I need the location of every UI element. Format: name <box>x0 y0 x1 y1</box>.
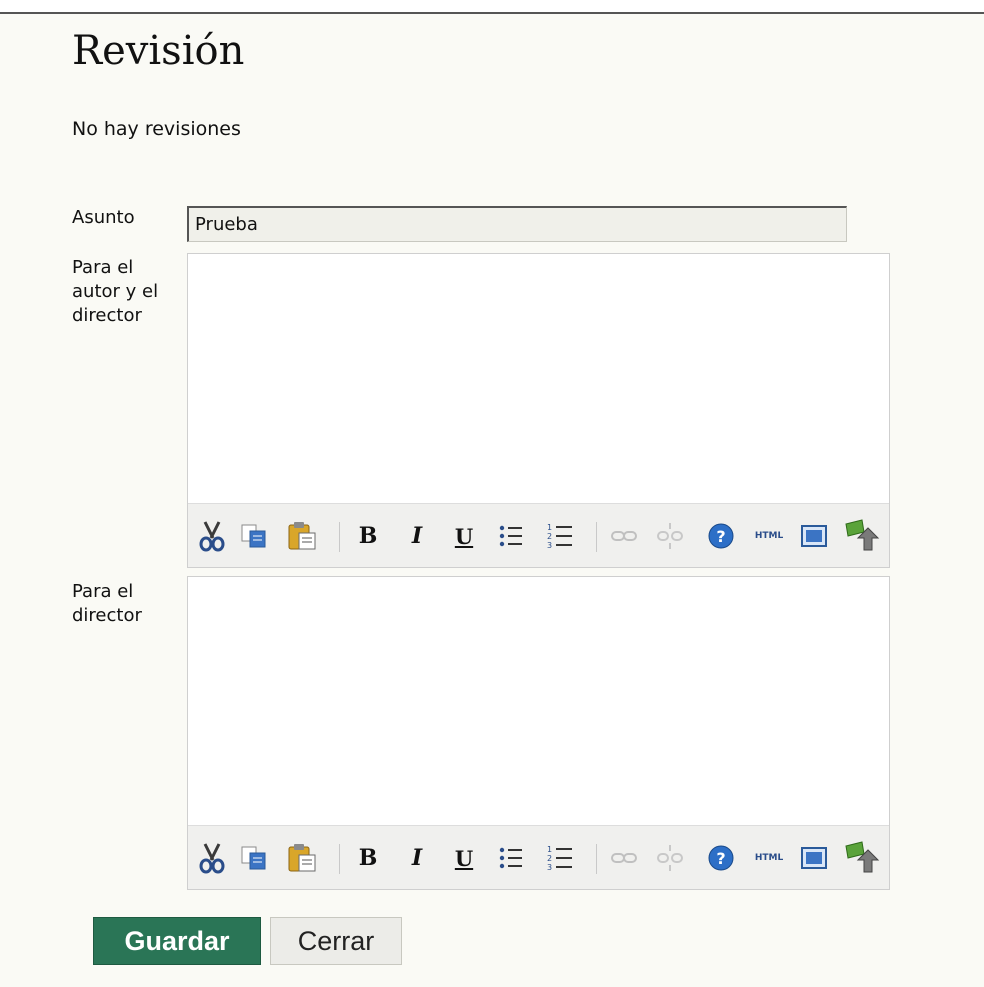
close-button[interactable]: Cerrar <box>270 917 402 965</box>
svg-text:?: ? <box>716 527 725 546</box>
underline-icon[interactable]: U <box>448 518 480 554</box>
editor-only-editor: B I U 123 ? HTML <box>187 576 890 890</box>
author-editor-label: Para el autor y el director <box>72 257 159 326</box>
underline-icon[interactable]: U <box>448 840 480 876</box>
image-upload-icon[interactable] <box>841 518 881 554</box>
italic-icon[interactable]: I <box>401 840 433 876</box>
bold-icon[interactable]: B <box>352 840 384 876</box>
link-icon[interactable] <box>608 840 640 876</box>
svg-text:3: 3 <box>547 541 552 550</box>
paste-icon[interactable] <box>286 518 318 554</box>
fullscreen-icon[interactable] <box>798 840 830 876</box>
bold-icon[interactable]: B <box>352 518 384 554</box>
svg-text:1: 1 <box>547 523 552 532</box>
copy-icon[interactable] <box>238 518 270 554</box>
svg-text:1: 1 <box>547 845 552 854</box>
html-icon[interactable]: HTML <box>749 518 789 554</box>
cut-icon[interactable] <box>196 518 228 554</box>
svg-text:2: 2 <box>547 854 552 863</box>
help-icon[interactable]: ? <box>705 518 737 554</box>
no-reviews-text: No hay revisiones <box>72 118 241 140</box>
editor-only-toolbar: B I U 123 ? HTML <box>188 825 889 889</box>
toolbar-separator <box>339 844 340 874</box>
top-bar <box>0 0 984 14</box>
editor-only-textarea[interactable] <box>188 577 889 826</box>
editor-label: Para el director <box>72 581 142 626</box>
subject-label: Asunto <box>72 207 135 228</box>
bullet-list-icon[interactable] <box>495 840 527 876</box>
numbered-list-icon[interactable]: 123 <box>544 840 576 876</box>
paste-icon[interactable] <box>286 840 318 876</box>
fullscreen-icon[interactable] <box>798 518 830 554</box>
author-editor-editor: B I U 123 ? HTML <box>187 253 890 568</box>
page-title: Revisión <box>72 28 245 74</box>
author-editor-textarea[interactable] <box>188 254 889 504</box>
toolbar-separator <box>596 522 597 552</box>
svg-text:2: 2 <box>547 532 552 541</box>
review-page: Revisión No hay revisiones Asunto Para e… <box>0 14 984 987</box>
image-upload-icon[interactable] <box>841 840 881 876</box>
unlink-icon[interactable] <box>654 518 686 554</box>
unlink-icon[interactable] <box>654 840 686 876</box>
toolbar-separator <box>339 522 340 552</box>
help-icon[interactable]: ? <box>705 840 737 876</box>
toolbar-separator <box>596 844 597 874</box>
author-editor-toolbar: B I U 123 ? HTML <box>188 503 889 567</box>
cut-icon[interactable] <box>196 840 228 876</box>
svg-text:?: ? <box>716 849 725 868</box>
bullet-list-icon[interactable] <box>495 518 527 554</box>
subject-input[interactable] <box>187 206 847 242</box>
save-button[interactable]: Guardar <box>93 917 261 965</box>
link-icon[interactable] <box>608 518 640 554</box>
italic-icon[interactable]: I <box>401 518 433 554</box>
copy-icon[interactable] <box>238 840 270 876</box>
html-icon[interactable]: HTML <box>749 840 789 876</box>
numbered-list-icon[interactable]: 123 <box>544 518 576 554</box>
svg-text:3: 3 <box>547 863 552 872</box>
